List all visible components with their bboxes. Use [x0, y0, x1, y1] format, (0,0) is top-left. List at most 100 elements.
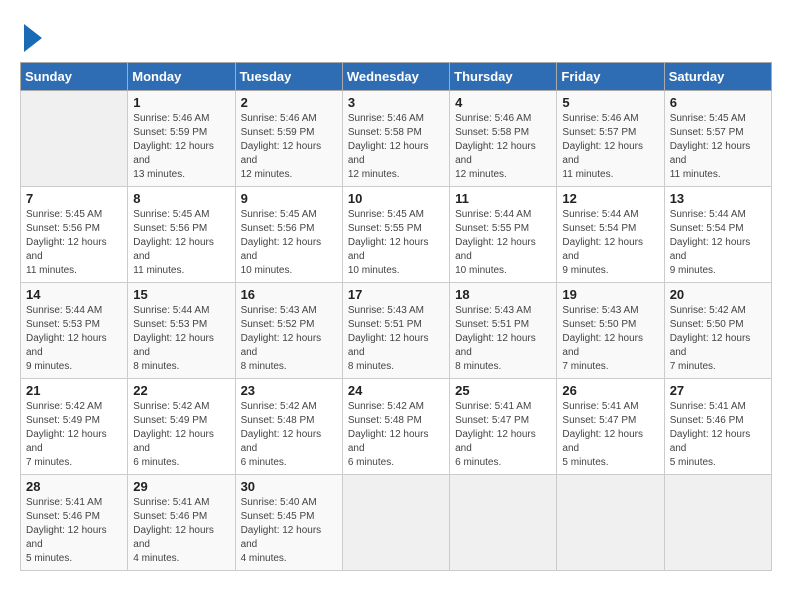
- calendar-cell: 30 Sunrise: 5:40 AMSunset: 5:45 PMDayligh…: [235, 475, 342, 571]
- day-info: Sunrise: 5:41 AMSunset: 5:46 PMDaylight:…: [133, 496, 229, 566]
- calendar-cell: 12Sunrise: 5:44 AMSunset: 5:54 PMDayligh…: [557, 187, 664, 283]
- day-info: Sunrise: 5:45 AMSunset: 5:56 PMDaylight:…: [133, 208, 229, 278]
- day-number: 20: [670, 287, 766, 302]
- weekday-header-friday: Friday: [557, 63, 664, 91]
- day-info: Sunrise: 5:45 AMSunset: 5:57 PMDaylight:…: [670, 112, 766, 182]
- week-row-3: 14 Sunrise: 5:44 AMSunset: 5:53 PMDayligh…: [21, 283, 772, 379]
- calendar-cell: 23Sunrise: 5:42 AMSunset: 5:48 PMDayligh…: [235, 379, 342, 475]
- day-number: 18: [455, 287, 551, 302]
- day-info: Sunrise: 5:44 AMSunset: 5:54 PMDaylight:…: [562, 208, 658, 278]
- calendar-cell: 24Sunrise: 5:42 AMSunset: 5:48 PMDayligh…: [342, 379, 449, 475]
- calendar-cell: 25Sunrise: 5:41 AMSunset: 5:47 PMDayligh…: [450, 379, 557, 475]
- day-info: Sunrise: 5:45 AMSunset: 5:55 PMDaylight:…: [348, 208, 444, 278]
- calendar-cell: 28 Sunrise: 5:41 AMSunset: 5:46 PMDayligh…: [21, 475, 128, 571]
- day-info: Sunrise: 5:41 AMSunset: 5:47 PMDaylight:…: [455, 400, 551, 470]
- weekday-header-thursday: Thursday: [450, 63, 557, 91]
- day-number: 21: [26, 383, 122, 398]
- calendar-cell: [450, 475, 557, 571]
- day-info: Sunrise: 5:42 AMSunset: 5:50 PMDaylight:…: [670, 304, 766, 374]
- calendar-cell: [557, 475, 664, 571]
- week-row-1: 1 Sunrise: 5:46 AMSunset: 5:59 PMDaylight…: [21, 91, 772, 187]
- day-number: 3: [348, 95, 444, 110]
- day-info: Sunrise: 5:42 AMSunset: 5:48 PMDaylight:…: [348, 400, 444, 470]
- calendar-cell: 16 Sunrise: 5:43 AMSunset: 5:52 PMDayligh…: [235, 283, 342, 379]
- calendar-cell: 20 Sunrise: 5:42 AMSunset: 5:50 PMDayligh…: [664, 283, 771, 379]
- calendar-table: SundayMondayTuesdayWednesdayThursdayFrid…: [20, 62, 772, 571]
- calendar-cell: 9 Sunrise: 5:45 AMSunset: 5:56 PMDaylight…: [235, 187, 342, 283]
- calendar-cell: 10 Sunrise: 5:45 AMSunset: 5:55 PMDayligh…: [342, 187, 449, 283]
- day-number: 9: [241, 191, 337, 206]
- week-row-4: 21 Sunrise: 5:42 AMSunset: 5:49 PMDayligh…: [21, 379, 772, 475]
- calendar-cell: 27Sunrise: 5:41 AMSunset: 5:46 PMDayligh…: [664, 379, 771, 475]
- weekday-header-monday: Monday: [128, 63, 235, 91]
- day-info: Sunrise: 5:44 AMSunset: 5:53 PMDaylight:…: [26, 304, 122, 374]
- day-info: Sunrise: 5:42 AMSunset: 5:49 PMDaylight:…: [133, 400, 229, 470]
- calendar-cell: 15 Sunrise: 5:44 AMSunset: 5:53 PMDayligh…: [128, 283, 235, 379]
- calendar-cell: [342, 475, 449, 571]
- day-number: 28: [26, 479, 122, 494]
- calendar-cell: 22Sunrise: 5:42 AMSunset: 5:49 PMDayligh…: [128, 379, 235, 475]
- day-number: 15: [133, 287, 229, 302]
- day-info: Sunrise: 5:45 AMSunset: 5:56 PMDaylight:…: [241, 208, 337, 278]
- day-number: 5: [562, 95, 658, 110]
- weekday-header-sunday: Sunday: [21, 63, 128, 91]
- week-row-2: 7 Sunrise: 5:45 AMSunset: 5:56 PMDaylight…: [21, 187, 772, 283]
- weekday-header-wednesday: Wednesday: [342, 63, 449, 91]
- calendar-cell: 11 Sunrise: 5:44 AMSunset: 5:55 PMDayligh…: [450, 187, 557, 283]
- day-number: 1: [133, 95, 229, 110]
- day-info: Sunrise: 5:45 AMSunset: 5:56 PMDaylight:…: [26, 208, 122, 278]
- calendar-cell: 6 Sunrise: 5:45 AMSunset: 5:57 PMDaylight…: [664, 91, 771, 187]
- day-info: Sunrise: 5:46 AMSunset: 5:58 PMDaylight:…: [348, 112, 444, 182]
- day-info: Sunrise: 5:46 AMSunset: 5:57 PMDaylight:…: [562, 112, 658, 182]
- day-info: Sunrise: 5:44 AMSunset: 5:55 PMDaylight:…: [455, 208, 551, 278]
- day-number: 8: [133, 191, 229, 206]
- day-number: 2: [241, 95, 337, 110]
- day-info: Sunrise: 5:43 AMSunset: 5:51 PMDaylight:…: [348, 304, 444, 374]
- day-info: Sunrise: 5:41 AMSunset: 5:47 PMDaylight:…: [562, 400, 658, 470]
- day-info: Sunrise: 5:46 AMSunset: 5:58 PMDaylight:…: [455, 112, 551, 182]
- day-info: Sunrise: 5:44 AMSunset: 5:53 PMDaylight:…: [133, 304, 229, 374]
- calendar-cell: [21, 91, 128, 187]
- day-info: Sunrise: 5:41 AMSunset: 5:46 PMDaylight:…: [26, 496, 122, 566]
- day-number: 4: [455, 95, 551, 110]
- calendar-cell: 14 Sunrise: 5:44 AMSunset: 5:53 PMDayligh…: [21, 283, 128, 379]
- page-header: [20, 20, 772, 52]
- day-info: Sunrise: 5:41 AMSunset: 5:46 PMDaylight:…: [670, 400, 766, 470]
- day-number: 30: [241, 479, 337, 494]
- calendar-cell: 1 Sunrise: 5:46 AMSunset: 5:59 PMDaylight…: [128, 91, 235, 187]
- day-info: Sunrise: 5:44 AMSunset: 5:54 PMDaylight:…: [670, 208, 766, 278]
- day-number: 29: [133, 479, 229, 494]
- day-info: Sunrise: 5:43 AMSunset: 5:50 PMDaylight:…: [562, 304, 658, 374]
- day-number: 14: [26, 287, 122, 302]
- calendar-cell: 26Sunrise: 5:41 AMSunset: 5:47 PMDayligh…: [557, 379, 664, 475]
- day-number: 23: [241, 383, 337, 398]
- weekday-header-saturday: Saturday: [664, 63, 771, 91]
- day-info: Sunrise: 5:43 AMSunset: 5:52 PMDaylight:…: [241, 304, 337, 374]
- day-info: Sunrise: 5:43 AMSunset: 5:51 PMDaylight:…: [455, 304, 551, 374]
- day-number: 13: [670, 191, 766, 206]
- calendar-cell: 29 Sunrise: 5:41 AMSunset: 5:46 PMDayligh…: [128, 475, 235, 571]
- day-number: 11: [455, 191, 551, 206]
- day-info: Sunrise: 5:40 AMSunset: 5:45 PMDaylight:…: [241, 496, 337, 566]
- day-number: 10: [348, 191, 444, 206]
- weekday-header-row: SundayMondayTuesdayWednesdayThursdayFrid…: [21, 63, 772, 91]
- calendar-cell: 21 Sunrise: 5:42 AMSunset: 5:49 PMDayligh…: [21, 379, 128, 475]
- calendar-cell: 7 Sunrise: 5:45 AMSunset: 5:56 PMDaylight…: [21, 187, 128, 283]
- calendar-cell: 2 Sunrise: 5:46 AMSunset: 5:59 PMDaylight…: [235, 91, 342, 187]
- day-info: Sunrise: 5:42 AMSunset: 5:49 PMDaylight:…: [26, 400, 122, 470]
- week-row-5: 28 Sunrise: 5:41 AMSunset: 5:46 PMDayligh…: [21, 475, 772, 571]
- calendar-cell: 5 Sunrise: 5:46 AMSunset: 5:57 PMDaylight…: [557, 91, 664, 187]
- calendar-cell: 17 Sunrise: 5:43 AMSunset: 5:51 PMDayligh…: [342, 283, 449, 379]
- logo-arrow-icon: [24, 24, 42, 52]
- day-number: 16: [241, 287, 337, 302]
- day-info: Sunrise: 5:46 AMSunset: 5:59 PMDaylight:…: [241, 112, 337, 182]
- calendar-cell: 13 Sunrise: 5:44 AMSunset: 5:54 PMDayligh…: [664, 187, 771, 283]
- calendar-cell: 4 Sunrise: 5:46 AMSunset: 5:58 PMDaylight…: [450, 91, 557, 187]
- day-number: 7: [26, 191, 122, 206]
- day-number: 6: [670, 95, 766, 110]
- day-info: Sunrise: 5:46 AMSunset: 5:59 PMDaylight:…: [133, 112, 229, 182]
- logo: [20, 20, 42, 52]
- day-number: 17: [348, 287, 444, 302]
- calendar-cell: [664, 475, 771, 571]
- weekday-header-tuesday: Tuesday: [235, 63, 342, 91]
